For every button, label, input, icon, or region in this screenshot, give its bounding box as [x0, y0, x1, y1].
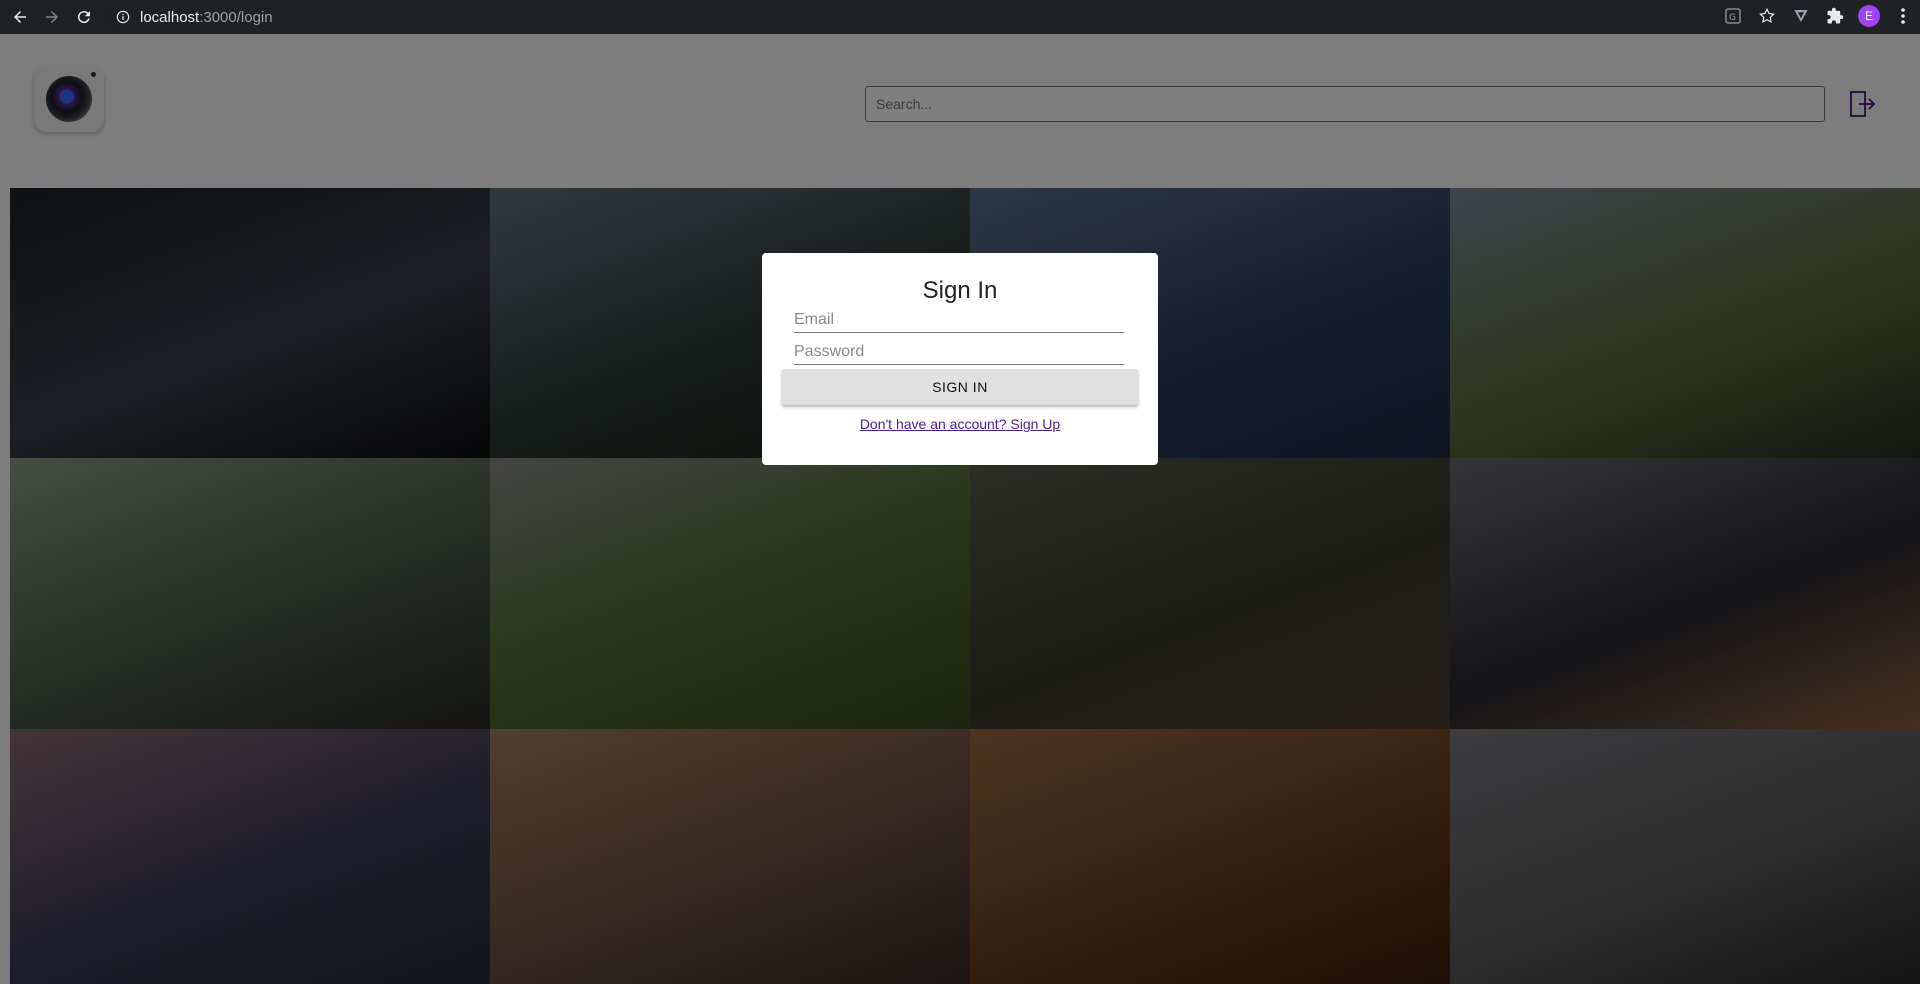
- translate-icon[interactable]: G: [1722, 5, 1744, 27]
- profile-avatar[interactable]: E: [1858, 5, 1880, 27]
- sign-up-link[interactable]: Don't have an account? Sign Up: [762, 416, 1158, 432]
- url-text: localhost:3000/login: [140, 9, 273, 26]
- browser-actions: G E: [1722, 5, 1914, 27]
- extension-v-icon[interactable]: [1790, 5, 1812, 27]
- sign-in-button[interactable]: SIGN IN: [782, 369, 1138, 405]
- url-path: :3000/login: [199, 8, 273, 26]
- sign-in-modal: Sign In SIGN IN Don't have an account? S…: [762, 253, 1158, 465]
- url-host: localhost: [140, 8, 200, 26]
- address-bar[interactable]: localhost:3000/login: [110, 4, 1770, 30]
- reload-icon[interactable]: [72, 5, 96, 29]
- forward-icon[interactable]: [40, 5, 64, 29]
- back-icon[interactable]: [8, 5, 32, 29]
- browser-toolbar: localhost:3000/login G E: [0, 0, 1920, 34]
- star-icon[interactable]: [1756, 5, 1778, 27]
- svg-text:G: G: [1729, 13, 1736, 23]
- password-field[interactable]: [794, 339, 1124, 365]
- modal-title: Sign In: [922, 277, 998, 304]
- puzzle-icon[interactable]: [1824, 5, 1846, 27]
- profile-initial: E: [1864, 9, 1873, 23]
- modal-backdrop[interactable]: [0, 34, 1920, 984]
- email-field[interactable]: [794, 307, 1124, 333]
- menu-icon[interactable]: [1892, 5, 1914, 27]
- info-icon[interactable]: [116, 10, 130, 24]
